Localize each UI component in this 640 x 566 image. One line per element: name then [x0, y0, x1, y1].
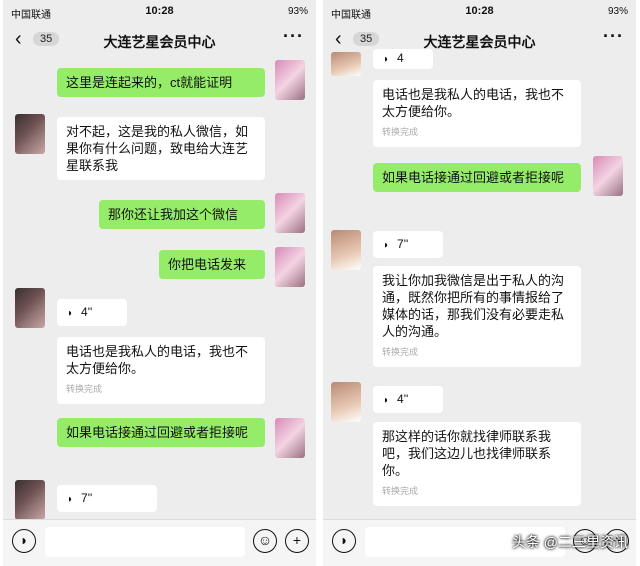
message-input[interactable]	[45, 527, 245, 557]
more-icon[interactable]: ···	[603, 26, 624, 47]
clock: 10:28	[465, 5, 494, 17]
message-out[interactable]: 那你还让我加这个微信	[99, 200, 265, 229]
voice-wave-icon: ◗	[67, 494, 74, 505]
avatar[interactable]	[15, 288, 45, 328]
status-bar: 中国联通 10:28 93%	[323, 0, 636, 24]
transcription-text: 我让你加我微信是出于私人的沟通，既然你把所有的事情报给了媒体的话，那我们没有必要…	[382, 273, 565, 339]
message-out[interactable]: 你把电话发来	[159, 250, 265, 279]
avatar[interactable]	[331, 382, 361, 422]
voice-wave-icon: ◗	[383, 54, 390, 65]
voice-message[interactable]: ◗ 4''	[57, 299, 127, 326]
avatar[interactable]	[15, 114, 45, 154]
nav-bar: ‹ 35 大连艺星会员中心 ···	[323, 24, 636, 58]
plus-icon[interactable]: +	[285, 529, 309, 553]
voice-duration: 4	[397, 51, 404, 65]
voice-duration: 7''	[81, 491, 93, 505]
chat-screen-right: 中国联通 10:28 93% ‹ 35 大连艺星会员中心 ··· ◗ 4 电话也是…	[323, 0, 636, 566]
nav-bar: ‹ 35 大连艺星会员中心 ···	[3, 24, 316, 58]
voice-input-icon[interactable]: ◗	[332, 529, 356, 553]
chat-title: 大连艺星会员中心	[423, 34, 536, 50]
avatar[interactable]	[275, 418, 305, 458]
voice-input-icon[interactable]: ◗	[12, 529, 36, 553]
conversion-status: 转换完成	[382, 347, 419, 357]
voice-wave-icon: ◗	[383, 240, 390, 251]
avatar[interactable]	[331, 52, 361, 76]
avatar[interactable]	[331, 230, 361, 270]
transcription-bubble[interactable]: 电话也是我私人的电话，我也不太方便给你。 转换完成	[373, 80, 581, 147]
message-out[interactable]: 这里是连起来的，ct就能证明	[57, 68, 265, 97]
status-bar: 中国联通 10:28 93%	[3, 0, 316, 24]
clock: 10:28	[145, 5, 174, 17]
watermark: 头条 @二三里资讯	[511, 534, 628, 550]
avatar[interactable]	[593, 156, 623, 196]
voice-message[interactable]: ◗ 4''	[373, 386, 443, 413]
transcription-bubble[interactable]: 那这样的话你就找律师联系我吧，我们这边儿也找律师联系你。 转换完成	[373, 422, 581, 506]
avatar[interactable]	[275, 60, 305, 100]
battery-level: 93%	[607, 6, 628, 17]
emoji-icon[interactable]: ☺	[253, 529, 277, 553]
voice-duration: 4''	[397, 392, 409, 406]
voice-duration: 4''	[81, 305, 93, 319]
transcription-text: 那这样的话你就找律师联系我吧，我们这边儿也找律师联系你。	[382, 429, 552, 478]
transcription-text: 电话也是我私人的电话，我也不太方便给你。	[382, 87, 565, 119]
message-out[interactable]: 如果电话接通过回避或者拒接呢	[57, 418, 265, 447]
voice-wave-icon: ◗	[383, 395, 390, 406]
conversion-status: 转换完成	[66, 384, 103, 394]
conversion-status: 转换完成	[382, 127, 419, 137]
voice-message[interactable]: ◗ 7''	[373, 231, 443, 258]
conversion-status: 转换完成	[382, 486, 419, 496]
voice-duration: 7''	[397, 237, 409, 251]
avatar[interactable]	[275, 193, 305, 233]
transcription-bubble[interactable]: 电话也是我私人的电话，我也不太方便给你。 转换完成	[57, 337, 265, 404]
avatar[interactable]	[15, 480, 45, 520]
voice-message[interactable]: ◗ 4	[373, 49, 433, 69]
battery-level: 93%	[287, 6, 308, 17]
chat-screen-left: 中国联通 10:28 93% ‹ 35 大连艺星会员中心 ··· 这里是连起来的…	[3, 0, 316, 566]
chat-title: 大连艺星会员中心	[103, 34, 216, 50]
avatar[interactable]	[275, 247, 305, 287]
input-bar: ◗ ☺ +	[3, 519, 316, 566]
voice-wave-icon: ◗	[67, 308, 74, 319]
more-icon[interactable]: ···	[283, 26, 304, 47]
message-in[interactable]: 对不起，这是我的私人微信，如果你有什么问题，致电给大连艺星联系我	[57, 117, 265, 180]
transcription-text: 电话也是我私人的电话，我也不太方便给你。	[66, 344, 249, 376]
transcription-bubble[interactable]: 我让你加我微信是出于私人的沟通，既然你把所有的事情报给了媒体的话，那我们没有必要…	[373, 266, 581, 367]
message-out[interactable]: 如果电话接通过回避或者拒接呢	[373, 163, 581, 192]
voice-message[interactable]: ◗ 7''	[57, 485, 157, 512]
